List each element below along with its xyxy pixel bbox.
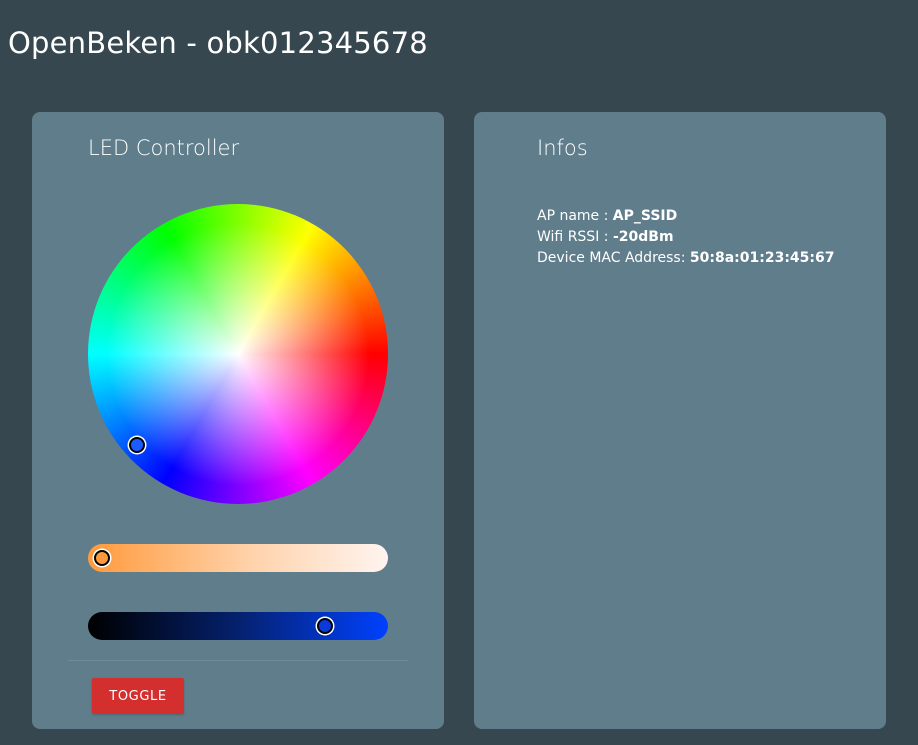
led-controller-title: LED Controller [88, 136, 240, 160]
page-title: OpenBeken - obk012345678 [8, 26, 428, 60]
info-row-mac-address: Device MAC Address: 50:8a:01:23:45:67 [537, 248, 834, 269]
info-label: Device MAC Address: [537, 250, 690, 266]
info-row-wifi-rssi: Wifi RSSI : -20dBm [537, 227, 834, 248]
led-controller-card: LED Controller TOGGLE [32, 112, 444, 729]
brightness-slider[interactable] [88, 612, 388, 640]
divider [68, 660, 408, 661]
info-label: Wifi RSSI : [537, 229, 613, 245]
color-wheel[interactable] [88, 204, 388, 504]
info-value: AP_SSID [612, 208, 678, 224]
infos-title: Infos [537, 136, 588, 160]
brightness-handle[interactable] [317, 618, 333, 634]
info-value: 50:8a:01:23:45:67 [689, 250, 835, 266]
infos-card: Infos AP name : AP_SSID Wifi RSSI : -20d… [474, 112, 886, 729]
color-temperature-slider[interactable] [88, 544, 388, 572]
info-label: AP name : [537, 208, 613, 224]
info-value: -20dBm [612, 229, 674, 245]
info-row-ap-name: AP name : AP_SSID [537, 206, 834, 227]
color-wheel-handle[interactable] [129, 437, 145, 453]
toggle-button[interactable]: TOGGLE [92, 678, 184, 714]
info-list: AP name : AP_SSID Wifi RSSI : -20dBm Dev… [537, 206, 834, 269]
color-temperature-handle[interactable] [94, 550, 110, 566]
